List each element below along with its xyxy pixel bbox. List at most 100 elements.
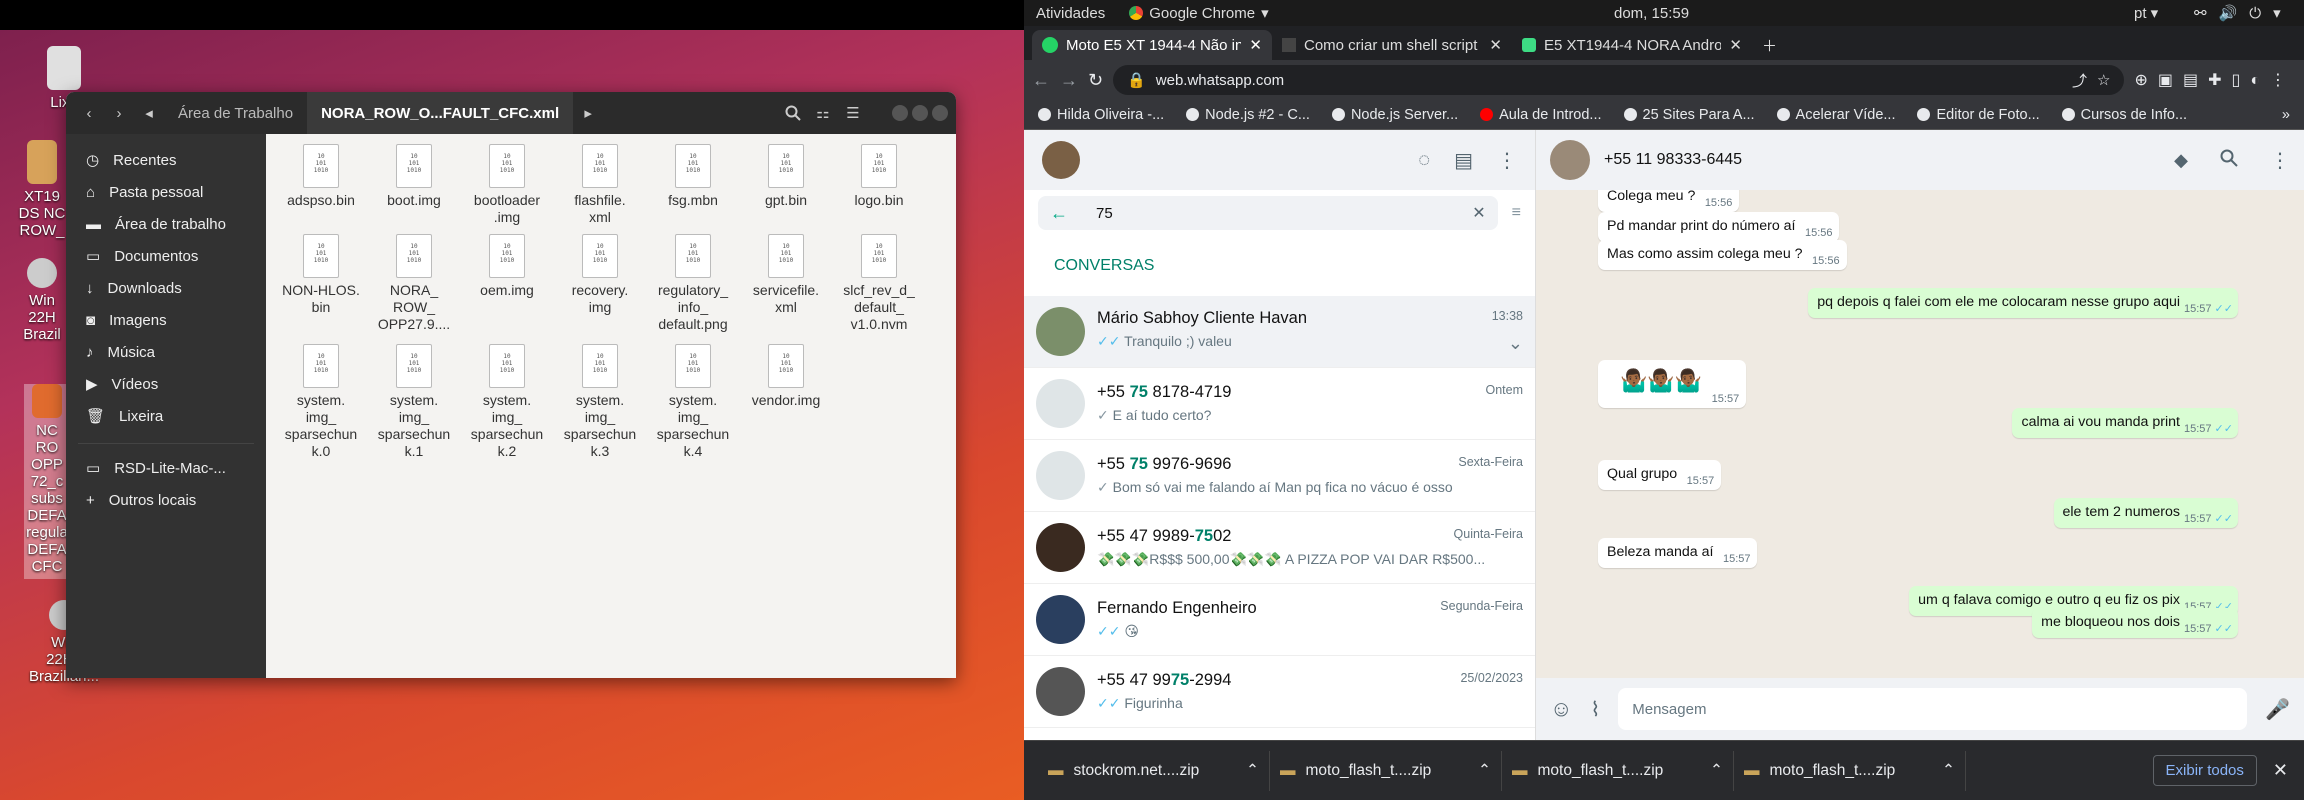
tab-nora[interactable]: E5 XT1944-4 NORA Andro ✕ bbox=[1512, 30, 1752, 60]
microphone-icon[interactable]: 🎤 bbox=[2265, 697, 2290, 722]
close-icon[interactable]: ✕ bbox=[1489, 36, 1502, 54]
contact-avatar[interactable] bbox=[1550, 140, 1590, 180]
file-item[interactable]: 10 101 1010 oem.img bbox=[462, 234, 552, 299]
reload-icon[interactable]: ↻ bbox=[1088, 70, 1103, 91]
activities-button[interactable]: Atividades bbox=[1036, 5, 1105, 22]
extension-icons[interactable]: ⊕▣▤✚▯◐⋮ bbox=[2134, 70, 2296, 90]
file-item[interactable]: 10 101 1010 system. img_ sparsechun k.1 bbox=[369, 344, 459, 460]
message-bubble[interactable]: calma ai vou manda print 15:57 ✓✓ bbox=[2012, 408, 2238, 438]
chevron-up-icon[interactable]: ⌃ bbox=[1710, 761, 1723, 780]
download-item[interactable]: ▬ moto_flash_t....zip ⌃ bbox=[1270, 750, 1502, 791]
app-menu[interactable]: Google Chrome ▾ bbox=[1129, 4, 1269, 22]
attach-icon[interactable]: ⌇ bbox=[1590, 697, 1600, 722]
desktop-icon-iso[interactable]: Win 22H Brazil bbox=[12, 258, 72, 343]
system-tray-icons[interactable]: ⚯🔊⏻▾ bbox=[2194, 4, 2293, 22]
bookmark-item[interactable]: Hilda Oliveira -... bbox=[1038, 107, 1164, 123]
search-icon[interactable] bbox=[778, 98, 808, 128]
forward-button[interactable]: › bbox=[104, 98, 134, 128]
file-item[interactable]: 10 101 1010 NON-HLOS. bin bbox=[276, 234, 366, 316]
chevron-up-icon[interactable]: ⌃ bbox=[1246, 761, 1259, 780]
show-all-button[interactable]: Exibir todos bbox=[2152, 755, 2257, 786]
sidebar-item-music[interactable]: ♪ Música bbox=[66, 336, 266, 368]
close-icon[interactable]: ✕ bbox=[1249, 36, 1262, 54]
sidebar-item-videos[interactable]: ▶ Vídeos bbox=[66, 368, 266, 400]
menu-icon[interactable]: ⋮ bbox=[2270, 148, 2290, 173]
download-item[interactable]: ▬ moto_flash_t....zip ⌃ bbox=[1502, 750, 1734, 791]
bookmark-item[interactable]: Node.js #2 - C... bbox=[1186, 107, 1310, 123]
sidebar-item-pictures[interactable]: ◙ Imagens bbox=[66, 304, 266, 336]
bookmarks-overflow-icon[interactable]: » bbox=[2282, 107, 2290, 123]
tab-shell-script[interactable]: Como criar um shell script ✕ bbox=[1272, 30, 1512, 60]
tab-whatsapp[interactable]: Moto E5 XT 1944-4 Não ini ✕ bbox=[1032, 30, 1272, 60]
view-options-icon[interactable]: ⚏ bbox=[808, 98, 838, 128]
message-bubble[interactable]: Mas como assim colega meu ? 15:56 bbox=[1598, 240, 1847, 270]
file-item[interactable]: 10 101 1010 flashfile. xml bbox=[555, 144, 645, 226]
file-item[interactable]: 10 101 1010 bootloader .img bbox=[462, 144, 552, 226]
download-item[interactable]: ▬ stockrom.net....zip ⌃ bbox=[1038, 750, 1270, 791]
sidebar-item-desktop[interactable]: ▬ Área de trabalho bbox=[66, 208, 266, 240]
sidebar-item-other-locations[interactable]: + Outros locais bbox=[66, 484, 266, 516]
back-button[interactable]: ‹ bbox=[74, 98, 104, 128]
message-bubble[interactable]: Colega meu ? 15:56 bbox=[1598, 190, 1740, 212]
emoji-icon[interactable]: ☺ bbox=[1550, 696, 1572, 722]
search-icon[interactable] bbox=[2220, 149, 2238, 172]
file-item[interactable]: 10 101 1010 vendor.img bbox=[741, 344, 831, 409]
file-item[interactable]: 10 101 1010 fsg.mbn bbox=[648, 144, 738, 209]
close-button[interactable] bbox=[932, 105, 948, 121]
sidebar-item-recent[interactable]: ◷ Recentes bbox=[66, 144, 266, 176]
avatar[interactable] bbox=[1042, 141, 1080, 179]
message-bubble[interactable]: 🤷🏾‍♂️🤷🏾‍♂️🤷🏾‍♂️ 15:57 bbox=[1598, 360, 1747, 408]
file-item[interactable]: 10 101 1010 system. img_ sparsechun k.2 bbox=[462, 344, 552, 460]
breadcrumb-left-arrow[interactable]: ◂ bbox=[134, 98, 164, 128]
menu-icon[interactable]: ☰ bbox=[838, 98, 868, 128]
chat-item[interactable]: +55 47 9975-2994 25/02/2023 ✓✓ Figurinha bbox=[1024, 656, 1535, 728]
sidebar-item-downloads[interactable]: ↓ Downloads bbox=[66, 272, 266, 304]
minimize-button[interactable] bbox=[892, 105, 908, 121]
file-item[interactable]: 10 101 1010 servicefile. xml bbox=[741, 234, 831, 316]
close-icon[interactable]: ✕ bbox=[1729, 36, 1742, 54]
file-item[interactable]: 10 101 1010 boot.img bbox=[369, 144, 459, 209]
contact-name[interactable]: +55 11 98333-6445 bbox=[1604, 151, 2160, 169]
sidebar-item-home[interactable]: ⌂ Pasta pessoal bbox=[66, 176, 266, 208]
chat-item[interactable]: Fernando Engenheiro Segunda-Feira ✓✓ 😘 bbox=[1024, 584, 1535, 656]
file-item[interactable]: 10 101 1010 system. img_ sparsechun k.0 bbox=[276, 344, 366, 460]
label-icon[interactable]: ◆ bbox=[2174, 150, 2188, 171]
chat-item[interactable]: Mário Sabhoy Cliente Havan 13:38 ✓✓ Tranqu… bbox=[1024, 296, 1535, 368]
clock[interactable]: dom, 15:59 bbox=[1614, 5, 1689, 22]
chat-item[interactable]: +55 47 9989-7502 Quinta-Feira 💸💸💸R$$$ 500,… bbox=[1024, 512, 1535, 584]
message-bubble[interactable]: Qual grupo 15:57 bbox=[1598, 460, 1722, 490]
breadcrumb-current[interactable]: NORA_ROW_O...FAULT_CFC.xml bbox=[307, 92, 574, 134]
bookmark-item[interactable]: Editor de Foto... bbox=[1917, 107, 2040, 123]
new-tab-button[interactable]: ＋ bbox=[1752, 30, 1792, 60]
language-indicator[interactable]: pt ▾ bbox=[2134, 4, 2158, 22]
chat-item[interactable]: +55 75 8178-4719 Ontem ✓ E aí tudo certo? bbox=[1024, 368, 1535, 440]
address-bar[interactable]: 🔒 web.whatsapp.com ⤴ ☆ bbox=[1113, 65, 2125, 95]
filter-icon[interactable]: ≡ bbox=[1512, 204, 1521, 222]
breadcrumb-desktop[interactable]: Área de Trabalho bbox=[164, 92, 307, 134]
message-bubble[interactable]: me bloqueou nos dois 15:57 ✓✓ bbox=[2032, 608, 2238, 638]
search-input[interactable]: ← 75 ✕ bbox=[1038, 196, 1498, 230]
chat-item[interactable]: +55 75 9976-9696 Sexta-Feira ✓ Bom só vai … bbox=[1024, 440, 1535, 512]
bookmark-item[interactable]: Cursos de Info... bbox=[2061, 107, 2187, 123]
sidebar-item-rsd-lite[interactable]: ▭ RSD-Lite-Mac-... bbox=[66, 452, 266, 484]
file-item[interactable]: 10 101 1010 adspso.bin bbox=[276, 144, 366, 209]
message-bubble[interactable]: Pd mandar print do número aí 15:56 bbox=[1598, 212, 1840, 242]
bookmark-item[interactable]: Node.js Server... bbox=[1331, 107, 1458, 123]
file-item[interactable]: 10 101 1010 gpt.bin bbox=[741, 144, 831, 209]
message-input[interactable]: Mensagem bbox=[1618, 688, 2248, 730]
chevron-up-icon[interactable]: ⌃ bbox=[1942, 761, 1955, 780]
file-item[interactable]: 10 101 1010 slcf_rev_d_ default_ v1.0.nvm bbox=[834, 234, 924, 333]
bookmark-item[interactable]: Acelerar Víde... bbox=[1776, 107, 1895, 123]
file-item[interactable]: 10 101 1010 NORA_ ROW_ OPP27.9.... bbox=[369, 234, 459, 333]
message-bubble[interactable]: pq depois q falei com ele me colocaram n… bbox=[1808, 288, 2238, 318]
chevron-up-icon[interactable]: ⌃ bbox=[1478, 761, 1491, 780]
share-icon[interactable]: ⤴ bbox=[2072, 70, 2087, 91]
desktop-icon-folder[interactable]: XT19 DS NC ROW_ bbox=[12, 140, 72, 239]
message-bubble[interactable]: Beleza manda aí 15:57 bbox=[1598, 538, 1758, 568]
sidebar-item-documents[interactable]: ▭ Documentos bbox=[66, 240, 266, 272]
close-icon[interactable]: ✕ bbox=[2273, 760, 2288, 781]
maximize-button[interactable] bbox=[912, 105, 928, 121]
forward-icon[interactable]: → bbox=[1060, 70, 1078, 91]
breadcrumb-right-arrow[interactable]: ▸ bbox=[573, 98, 603, 128]
desktop-icon-selected-file[interactable]: NC RO OPP 72_c subs DEFA regula DEFA CFC bbox=[24, 384, 70, 579]
